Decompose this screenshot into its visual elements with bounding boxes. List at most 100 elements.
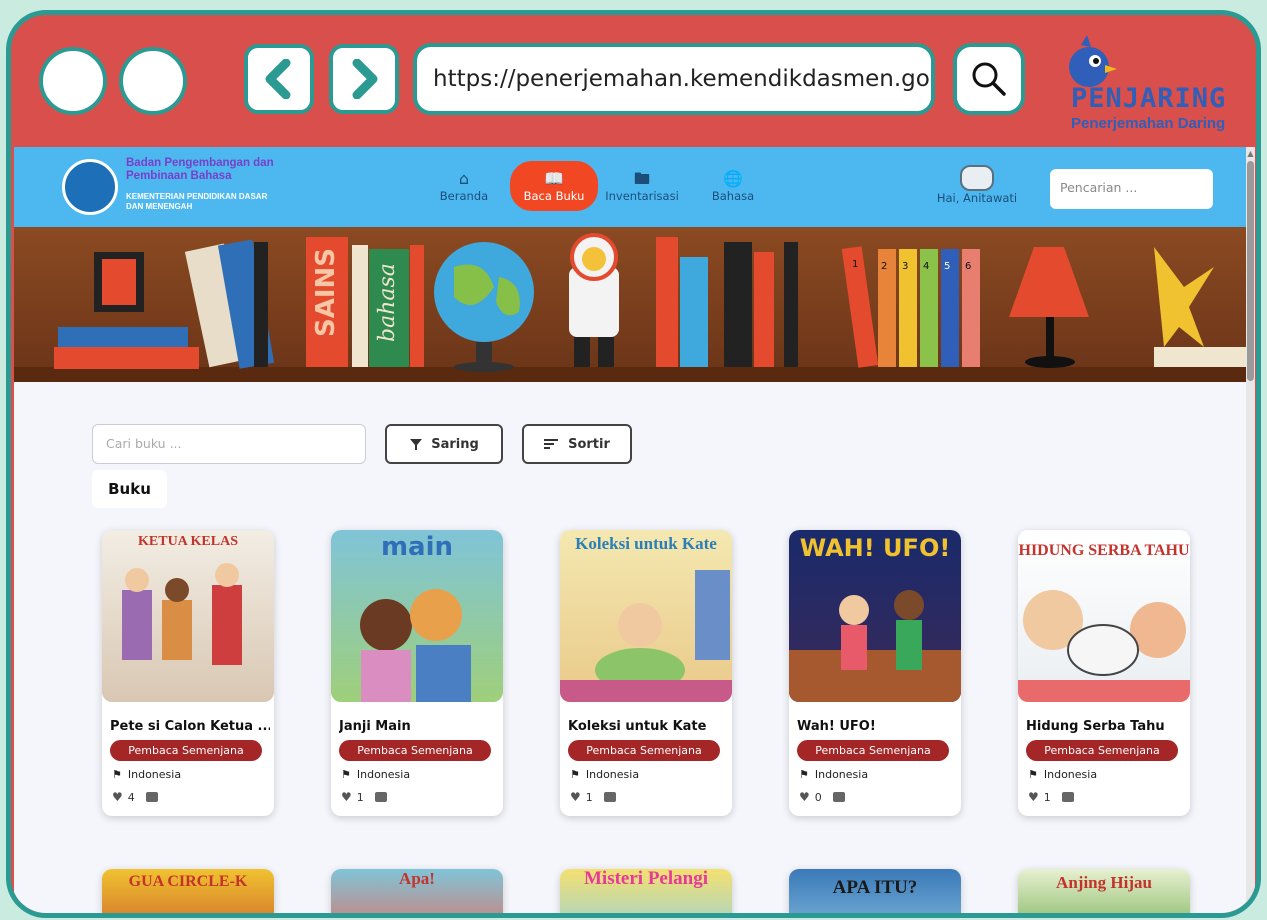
book-card-partial[interactable]: Apa! bbox=[331, 869, 503, 913]
book-card[interactable]: KETUA KELAS Pete si Calon Ketua ... Pemb… bbox=[102, 530, 274, 816]
like-count: 4 bbox=[127, 790, 135, 804]
scrollbar-thumb[interactable] bbox=[1247, 161, 1254, 381]
cover-illustration bbox=[1018, 590, 1190, 702]
language-row: ⚑ Indonesia bbox=[112, 768, 181, 781]
tab-buku[interactable]: Buku bbox=[92, 470, 167, 508]
bag-icon[interactable] bbox=[145, 792, 158, 802]
globe-icon: 🌐 bbox=[723, 169, 743, 188]
nav-beranda[interactable]: ⌂ Beranda bbox=[429, 161, 499, 211]
stats-row: ♥ 0 bbox=[799, 790, 845, 804]
language-row: ⚑ Indonesia bbox=[1028, 768, 1097, 781]
sort-icon bbox=[544, 439, 559, 449]
book-card-partial[interactable]: GUA CIRCLE-K bbox=[102, 869, 274, 913]
language-label: Indonesia bbox=[356, 768, 411, 781]
level-badge: Pembaca Semenjana bbox=[797, 740, 949, 761]
heart-icon[interactable]: ♥ bbox=[112, 790, 123, 804]
bag-icon[interactable] bbox=[1061, 792, 1074, 802]
book-card[interactable]: WAH! UFO! Wah! UFO! Pembaca Semenjana ⚑ … bbox=[789, 530, 961, 816]
window-button-1[interactable] bbox=[39, 47, 107, 115]
banner-number: 2 bbox=[881, 261, 887, 272]
org-name: Badan Pengembangan dan Pembinaan Bahasa bbox=[126, 157, 274, 182]
user-menu[interactable]: Hai, Anitawati bbox=[932, 165, 1022, 205]
flag-icon: ⚑ bbox=[341, 768, 351, 781]
like-count: 1 bbox=[1043, 790, 1051, 804]
scrollbar[interactable]: ▲ bbox=[1246, 147, 1255, 913]
nav-inventarisasi[interactable]: 🖿 Inventarisasi bbox=[602, 161, 682, 211]
book-card[interactable]: HIDUNG SERBA TAHU Hidung Serba Tahu Pemb… bbox=[1018, 530, 1190, 816]
home-icon: ⌂ bbox=[458, 169, 470, 188]
site-search-input[interactable]: Pencarian ... bbox=[1050, 169, 1213, 209]
book-open-icon: 📖 bbox=[544, 169, 564, 188]
logo-subtitle: Penerjemahan Daring bbox=[1071, 115, 1226, 132]
banner-book-bahasa: bahasa bbox=[375, 263, 400, 342]
cover-illustration bbox=[560, 570, 732, 702]
stats-row: ♥ 1 bbox=[1028, 790, 1074, 804]
cover-illustration bbox=[789, 590, 961, 702]
stats-row: ♥ 1 bbox=[570, 790, 616, 804]
back-button[interactable] bbox=[244, 44, 314, 114]
book-card[interactable]: main Janji Main Pembaca Semenjana ⚑ Indo… bbox=[331, 530, 503, 816]
banner-number: 5 bbox=[944, 261, 950, 272]
level-badge: Pembaca Semenjana bbox=[1026, 740, 1178, 761]
cover-text: Misteri Pelangi bbox=[584, 869, 708, 889]
book-search-input[interactable]: Cari buku ... bbox=[92, 424, 366, 464]
level-badge: Pembaca Semenjana bbox=[568, 740, 720, 761]
bag-icon[interactable] bbox=[374, 792, 387, 802]
book-card-partial[interactable]: APA ITU? bbox=[789, 869, 961, 913]
nav-label: Baca Buku bbox=[523, 189, 585, 203]
heart-icon[interactable]: ♥ bbox=[799, 790, 810, 804]
filter-label: Saring bbox=[431, 436, 479, 452]
browser-search-button[interactable] bbox=[953, 43, 1025, 115]
forward-button[interactable] bbox=[329, 44, 399, 114]
ministry-name: KEMENTERIAN PENDIDIKAN DASAR DAN MENENGA… bbox=[126, 192, 268, 211]
cover-text: APA ITU? bbox=[832, 877, 918, 898]
book-card[interactable]: Koleksi untuk Kate Koleksi untuk Kate Pe… bbox=[560, 530, 732, 816]
nav-label: Bahasa bbox=[711, 189, 755, 203]
nav-baca-buku[interactable]: 📖 Baca Buku bbox=[510, 161, 598, 211]
sort-label: Sortir bbox=[568, 436, 610, 452]
bookshelf-illustration: SAINS bahasa 1 2 3 4 5 6 bbox=[14, 233, 1246, 382]
language-label: Indonesia bbox=[127, 768, 182, 781]
cover-text: Apa! bbox=[399, 869, 435, 888]
banner-number: 1 bbox=[852, 259, 858, 270]
book-card-partial[interactable]: Misteri Pelangi bbox=[560, 869, 732, 913]
cover-text: Anjing Hijau bbox=[1056, 873, 1152, 892]
stats-row: ♥ 1 bbox=[341, 790, 387, 804]
heart-icon[interactable]: ♥ bbox=[570, 790, 581, 804]
sort-button[interactable]: Sortir bbox=[522, 424, 632, 464]
banner-number: 3 bbox=[902, 261, 908, 272]
banner-number: 4 bbox=[923, 261, 929, 272]
filter-button[interactable]: Saring bbox=[385, 424, 503, 464]
book-card-partial[interactable]: Anjing Hijau bbox=[1018, 869, 1190, 913]
device-frame: https://penerjemahan.kemendikdasmen.go.i… bbox=[6, 10, 1261, 918]
book-cover: Koleksi untuk Kate bbox=[560, 530, 732, 702]
book-cover: HIDUNG SERBA TAHU bbox=[1018, 530, 1190, 702]
book-title: Wah! UFO! bbox=[797, 719, 876, 734]
book-title: Pete si Calon Ketua ... bbox=[110, 719, 270, 734]
logo-title: PENJARING bbox=[1071, 83, 1227, 114]
language-row: ⚑ Indonesia bbox=[341, 768, 410, 781]
site-header: Badan Pengembangan dan Pembinaan Bahasa … bbox=[14, 147, 1246, 227]
nav-bahasa[interactable]: 🌐 Bahasa bbox=[698, 161, 768, 211]
stats-row: ♥ 4 bbox=[112, 790, 158, 804]
book-cover: WAH! UFO! bbox=[789, 530, 961, 702]
greeting-text: Hai, Anitawati bbox=[936, 191, 1018, 205]
flag-icon: ⚑ bbox=[799, 768, 809, 781]
ministry-emblem bbox=[62, 159, 118, 215]
nav-label: Beranda bbox=[439, 189, 489, 203]
address-bar[interactable]: https://penerjemahan.kemendikdasmen.go.i… bbox=[413, 43, 935, 115]
bag-icon[interactable] bbox=[832, 792, 845, 802]
scroll-up-icon[interactable]: ▲ bbox=[1247, 149, 1254, 159]
like-count: 1 bbox=[356, 790, 364, 804]
language-label: Indonesia bbox=[585, 768, 640, 781]
heart-icon[interactable]: ♥ bbox=[341, 790, 352, 804]
window-button-2[interactable] bbox=[119, 47, 187, 115]
level-badge: Pembaca Semenjana bbox=[339, 740, 491, 761]
bag-icon[interactable] bbox=[603, 792, 616, 802]
folder-icon: 🖿 bbox=[633, 169, 650, 188]
language-row: ⚑ Indonesia bbox=[570, 768, 639, 781]
like-count: 1 bbox=[585, 790, 593, 804]
flag-icon: ⚑ bbox=[112, 768, 122, 781]
book-cover: KETUA KELAS bbox=[102, 530, 274, 702]
heart-icon[interactable]: ♥ bbox=[1028, 790, 1039, 804]
